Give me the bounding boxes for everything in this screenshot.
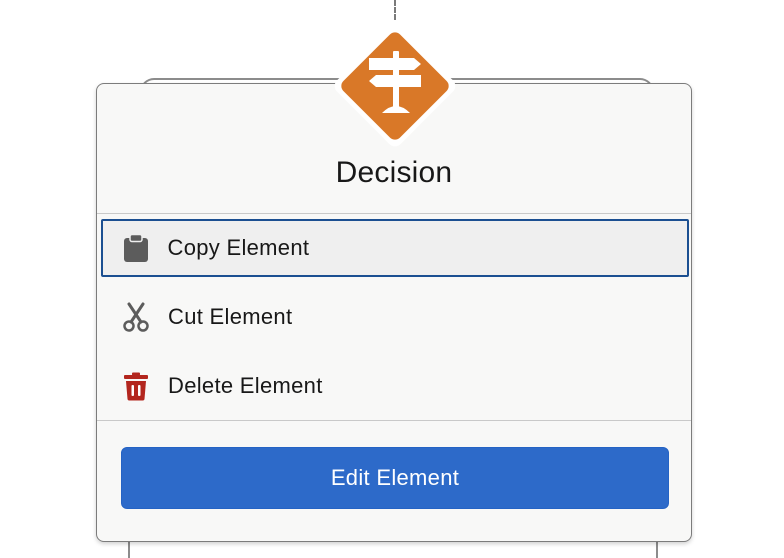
copy-element-label: Copy Element (167, 235, 310, 260)
element-type-title: Decision (335, 156, 453, 189)
delete-element-item[interactable]: Delete Element (101, 357, 689, 415)
element-card-edge-left (128, 540, 130, 558)
action-menu: Copy Element Cut Element Delete Element (101, 219, 689, 426)
trash-icon (121, 371, 151, 401)
cut-element-label: Cut Element (168, 304, 293, 329)
edit-element-button[interactable]: Edit Element (121, 447, 669, 509)
decision-element-icon[interactable] (322, 13, 468, 159)
element-card-edge-right (656, 540, 658, 558)
scissors-icon (121, 302, 151, 332)
delete-element-label: Delete Element (168, 373, 323, 398)
popover-footer: Edit Element (97, 420, 691, 542)
flow-canvas: Decision Copy Element Cut Element Delete… (0, 0, 784, 558)
copy-element-item[interactable]: Copy Element (101, 219, 689, 277)
clipboard-icon (121, 233, 151, 263)
cut-element-item[interactable]: Cut Element (101, 288, 689, 346)
